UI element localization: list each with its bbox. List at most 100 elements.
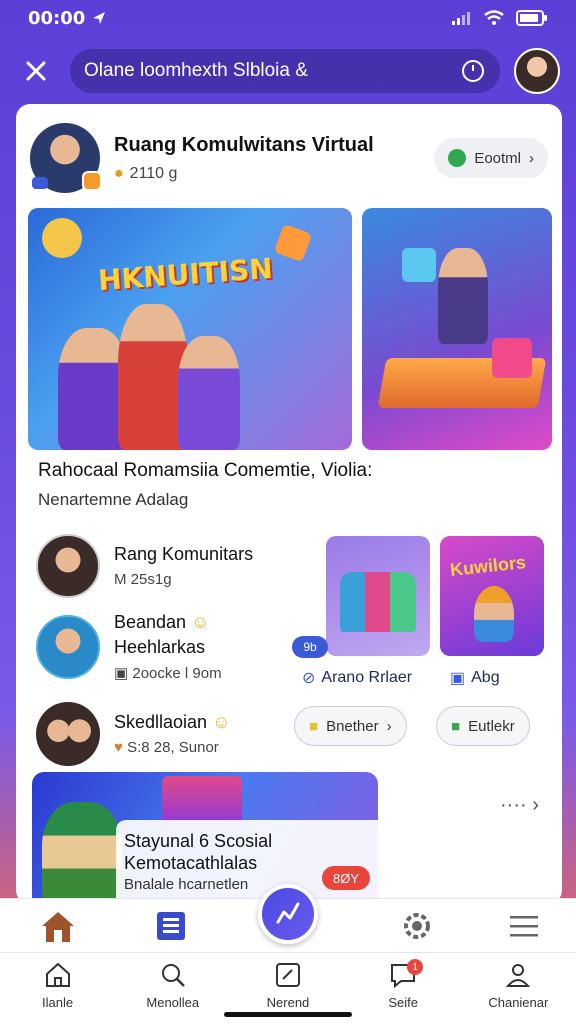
nav-label: Nerend <box>266 995 310 1010</box>
status-bar: 00:00 <box>0 0 576 36</box>
banner-badge: 8ØY <box>322 866 370 890</box>
chip-label: Bnether <box>326 717 379 735</box>
decor-avatar <box>42 218 82 258</box>
home-icon[interactable] <box>38 908 78 944</box>
decor-cube <box>402 248 436 282</box>
list-item-text: Rang Komunitars M 25s1g <box>114 544 253 588</box>
list-icon[interactable] <box>155 910 187 942</box>
location-icon <box>93 12 106 24</box>
tile-figures <box>340 572 416 632</box>
menu-icon[interactable] <box>509 914 538 938</box>
person-figure <box>178 336 240 450</box>
search-input[interactable]: Olane loomhexth Slbloia & <box>70 49 500 93</box>
decor-cube <box>492 338 532 378</box>
search-icon: ⊘ <box>302 670 316 687</box>
chip-button[interactable]: ■ Bnether › <box>294 706 407 746</box>
tile-label-text: Abg <box>471 669 500 686</box>
banner-title[interactable]: Stayunal 6 Scosial Kemotacathlalas <box>124 830 272 874</box>
list-item-sub-text: S:8 28, Sunor <box>127 739 219 756</box>
list-item[interactable]: Rang Komunitars M 25s1g <box>36 534 253 598</box>
compose-icon <box>275 963 300 987</box>
verified-badge-icon <box>82 171 102 191</box>
tile-card[interactable]: Kuwilors <box>440 536 544 656</box>
caption-title[interactable]: Rahocaal Romamsiia Comemtie, Violia: <box>38 460 548 482</box>
banner-title-line2: Kemotacathlalas <box>124 853 258 873</box>
search-text: Olane loomhexth Slbloia & <box>84 60 308 81</box>
person-figure <box>438 248 488 344</box>
notification-badge: 1 <box>407 959 424 975</box>
banner-title-line1: Stayunal 6 Scosial <box>124 831 273 851</box>
decor-cube <box>273 223 313 263</box>
close-button[interactable] <box>16 51 56 91</box>
nav-label: Ilanle <box>42 995 74 1010</box>
chevron-right-icon: › <box>529 149 534 167</box>
hero-image-right[interactable] <box>362 208 552 450</box>
hero-title: HKNUITISN <box>97 251 274 298</box>
list-item[interactable]: Skedllaoian ☺ ♥ S:8 28, Sunor <box>36 702 230 766</box>
heart-icon: ♥ <box>114 739 123 756</box>
tile-label[interactable]: ⊘ Arano Rrlaer <box>302 668 412 688</box>
avatar <box>36 702 100 766</box>
nav-item-create[interactable]: Nerend <box>238 961 338 1010</box>
community-name[interactable]: Ruang Komulwitans Virtual <box>114 134 434 157</box>
timer-icon[interactable] <box>460 58 486 84</box>
green-status-icon <box>448 149 467 167</box>
nav-item-search[interactable]: Menollea <box>123 961 223 1010</box>
list-item-sub-text: 2oocke l 9om <box>132 665 222 682</box>
top-bar: Olane loomhexth Slbloia & <box>0 36 576 106</box>
tile-character <box>474 586 514 642</box>
calendar-icon: ▣ <box>114 665 129 682</box>
list-item-name: Beandan ☺ <box>114 612 222 633</box>
chip-icon: ■ <box>451 717 461 735</box>
more-options-button[interactable]: ···· › <box>500 794 539 817</box>
clock: 00:00 <box>28 7 86 29</box>
nav-label: Seife <box>388 995 418 1010</box>
banner-character <box>42 802 122 904</box>
location-pin-icon: ● <box>114 164 124 182</box>
close-icon <box>26 61 46 81</box>
chevron-right-icon: › <box>386 717 392 735</box>
status-time: 00:00 <box>28 8 107 29</box>
tile-title: Kuwilors <box>449 552 527 580</box>
nav-label: Menollea <box>146 995 200 1010</box>
emoji-icon: ☺ <box>191 612 210 632</box>
camera-badge-icon <box>32 177 48 189</box>
avatar <box>36 615 100 679</box>
list-item-name-line1: Beandan <box>114 612 187 632</box>
wifi-icon <box>484 10 504 25</box>
gear-icon[interactable] <box>401 910 433 942</box>
list-item-text: Beandan ☺ Heehlarkas ▣ 2oocke l 9om <box>114 612 222 682</box>
follow-label: Eootml <box>474 149 521 167</box>
tile-label[interactable]: ▣ Abg <box>450 668 500 688</box>
activity-icon <box>276 902 300 924</box>
create-button[interactable] <box>258 884 318 944</box>
home-outline-icon <box>45 962 70 987</box>
hero-image-left[interactable]: HKNUITISN <box>28 208 352 450</box>
avatar <box>36 534 100 598</box>
list-item-name-text: Skedllaoian <box>114 712 208 732</box>
nav-item-home[interactable]: Ilanle <box>8 961 108 1010</box>
chip-label: Eutlekr <box>468 717 515 735</box>
community-header: Ruang Komulwitans Virtual ● 2110 g Eootm… <box>30 118 548 198</box>
nav-item-messages[interactable]: 1 Seife <box>353 959 453 1010</box>
nav-label: Chanienar <box>488 995 549 1010</box>
tile-label-text: Arano Rrlaer <box>321 669 413 686</box>
community-avatar[interactable] <box>30 123 102 193</box>
banner-subtitle: Bnalale hcarnetlen <box>124 876 249 893</box>
chip-button[interactable]: ■ Eutlekr <box>436 706 530 746</box>
tile-card[interactable] <box>326 536 430 656</box>
community-info: Ruang Komulwitans Virtual ● 2110 g <box>114 134 434 183</box>
list-item-text: Skedllaoian ☺ ♥ S:8 28, Sunor <box>114 712 230 756</box>
signal-icon <box>452 12 470 25</box>
image-icon: ▣ <box>450 670 466 687</box>
list-item[interactable]: Beandan ☺ Heehlarkas ▣ 2oocke l 9om <box>36 612 222 682</box>
chip-icon: ■ <box>309 717 319 735</box>
user-avatar[interactable] <box>514 48 560 94</box>
list-item-sub: ♥ S:8 28, Sunor <box>114 739 230 756</box>
search-icon <box>161 964 185 987</box>
list-item-sub: ▣ 2oocke l 9om <box>114 664 222 682</box>
home-indicator <box>224 1012 352 1017</box>
community-meta: ● 2110 g <box>114 165 434 183</box>
nav-item-profile[interactable]: Chanienar <box>468 961 568 1010</box>
follow-button[interactable]: Eootml › <box>434 138 548 178</box>
